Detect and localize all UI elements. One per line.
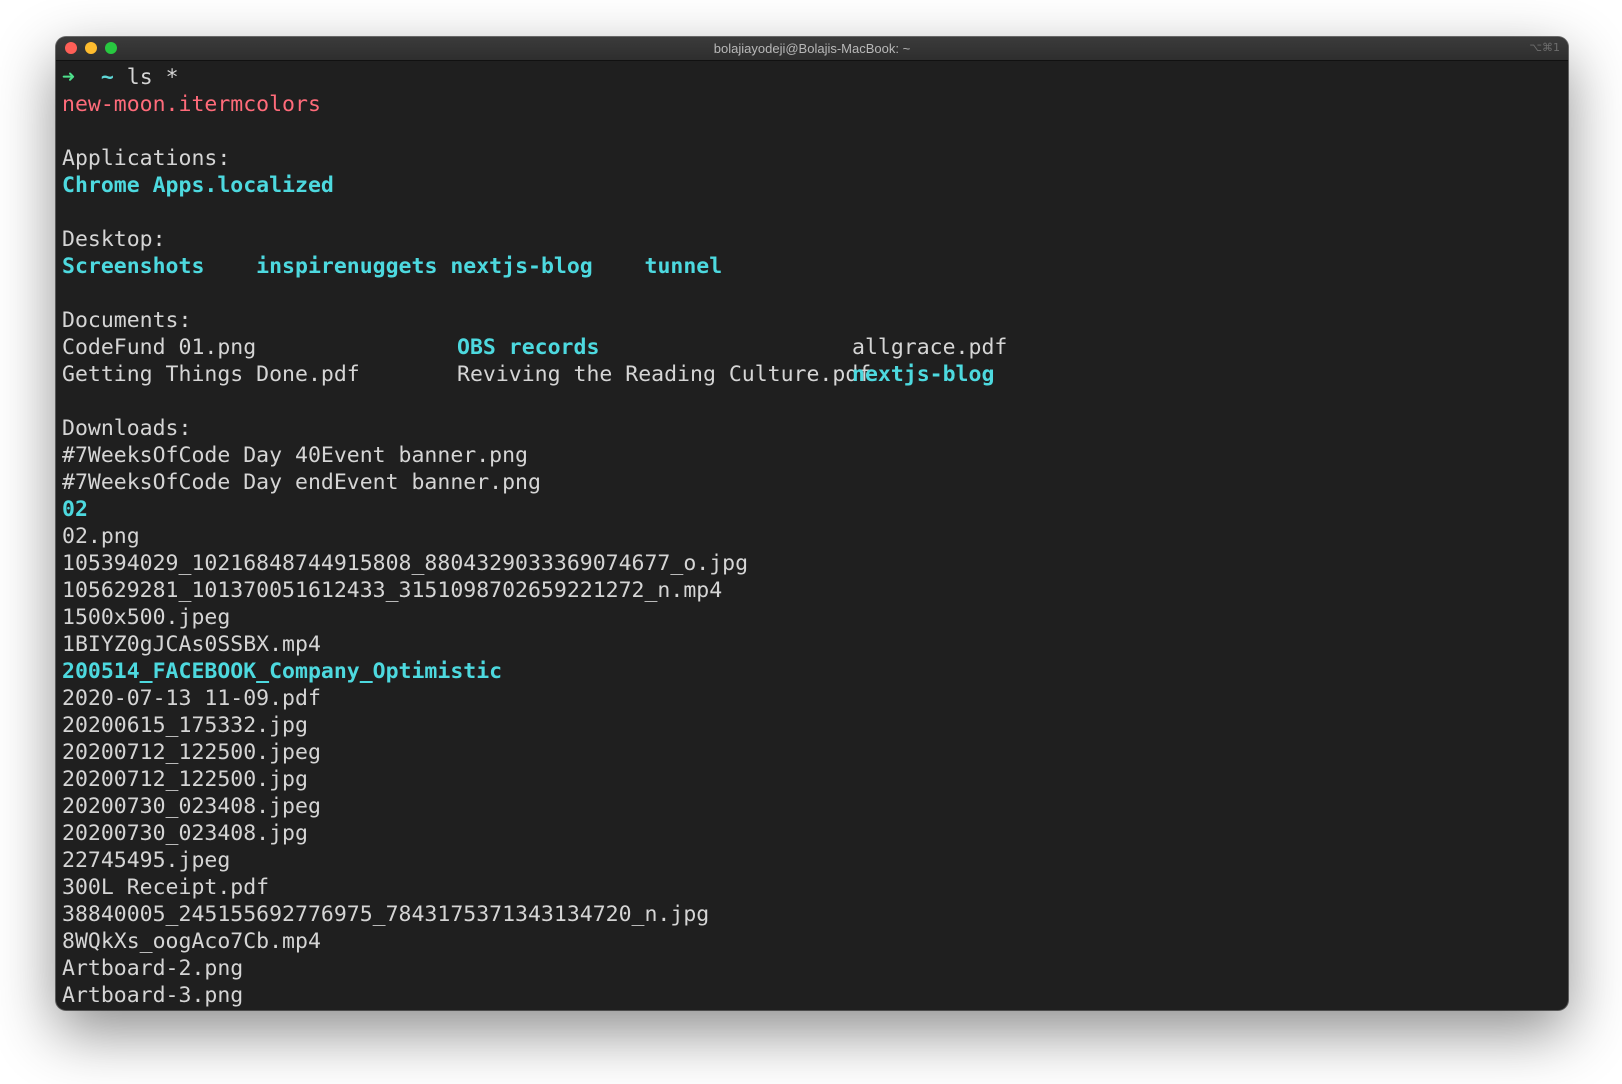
file-entry: 20200730_023408.jpg [62, 821, 308, 846]
file-entry: 8WQkXs_oogAco7Cb.mp4 [62, 929, 321, 954]
file-entry: #7WeeksOfCode Day 40Event banner.png [62, 443, 528, 468]
window-shortcut: ⌥⌘1 [1529, 41, 1560, 54]
file-entry: 20200615_175332.jpg [62, 713, 308, 738]
terminal-window: bolajiayodeji@Bolajis-MacBook: ~ ⌥⌘1 ➜ ~… [56, 37, 1568, 1010]
file-entry: 20200712_122500.jpeg [62, 740, 321, 765]
file-entry: 105394029_10216848744915808_880432903336… [62, 551, 749, 576]
file-entry: 22745495.jpeg [62, 848, 231, 873]
file-entry: #7WeeksOfCode Day endEvent banner.png [62, 470, 541, 495]
dir-entry: 200514_FACEBOOK_Company_Optimistic [62, 659, 503, 684]
file-entry: 2020-07-13 11-09.pdf [62, 686, 321, 711]
dir-entry: nextjs-blog [852, 362, 995, 387]
file-entry: 20200712_122500.jpg [62, 767, 308, 792]
file-entry: Artboard-3.png [62, 983, 244, 1008]
file-entry: 1500x500.jpeg [62, 605, 231, 630]
prompt-cwd: ~ [100, 65, 114, 90]
dir-entry: Screenshots [62, 254, 205, 279]
file-entry: 20200730_023408.jpeg [62, 794, 321, 819]
file-entry: CodeFund 01.png [62, 335, 257, 360]
dir-entry: inspirenuggets [256, 254, 438, 279]
desktop-heading: Desktop: [62, 227, 166, 252]
prompt-line: ➜ ~ ls * [62, 64, 1562, 91]
file-entry: Artboard-2.png [62, 956, 244, 981]
file-entry: 38840005_245155692776975_784317537134313… [62, 902, 710, 927]
file-new-moon-itermcolors: new-moon.itermcolors [62, 92, 321, 117]
file-entry: 300L Receipt.pdf [62, 875, 270, 900]
documents-row: CodeFund 01.png OBS records allgrace.pdf [62, 334, 1562, 361]
dir-entry: OBS records [457, 335, 600, 360]
window-title: bolajiayodeji@Bolajis-MacBook: ~ [713, 41, 911, 56]
desktop-listing: Screenshots inspirenuggets nextjs-blog t… [62, 253, 1562, 280]
file-entry: 1BIYZ0gJCAs0SSBX.mp4 [62, 632, 321, 657]
file-entry: Getting Things Done.pdf [62, 362, 360, 387]
dir-entry: 02 [62, 497, 88, 522]
dir-entry: nextjs-blog [450, 254, 593, 279]
downloads-heading: Downloads: [62, 416, 192, 441]
terminal-output[interactable]: ➜ ~ ls * new-moon.itermcolors Applicatio… [62, 64, 1562, 1010]
prompt-arrow-icon: ➜ [62, 65, 75, 90]
documents-heading: Documents: [62, 308, 192, 333]
file-entry: 105629281_101370051612433_31510987026592… [62, 578, 723, 603]
dir-entry: Chrome Apps.localized [62, 173, 334, 198]
file-entry: Reviving the Reading Culture.pdf [457, 362, 872, 387]
title-bar[interactable]: bolajiayodeji@Bolajis-MacBook: ~ ⌥⌘1 [56, 37, 1568, 61]
file-entry: allgrace.pdf [852, 335, 1008, 360]
applications-heading: Applications: [62, 146, 231, 171]
file-entry: 02.png [62, 524, 140, 549]
command-text: ls * [126, 65, 179, 90]
documents-row: Getting Things Done.pdf Reviving the Rea… [62, 361, 1562, 388]
dir-entry: tunnel [644, 254, 723, 279]
